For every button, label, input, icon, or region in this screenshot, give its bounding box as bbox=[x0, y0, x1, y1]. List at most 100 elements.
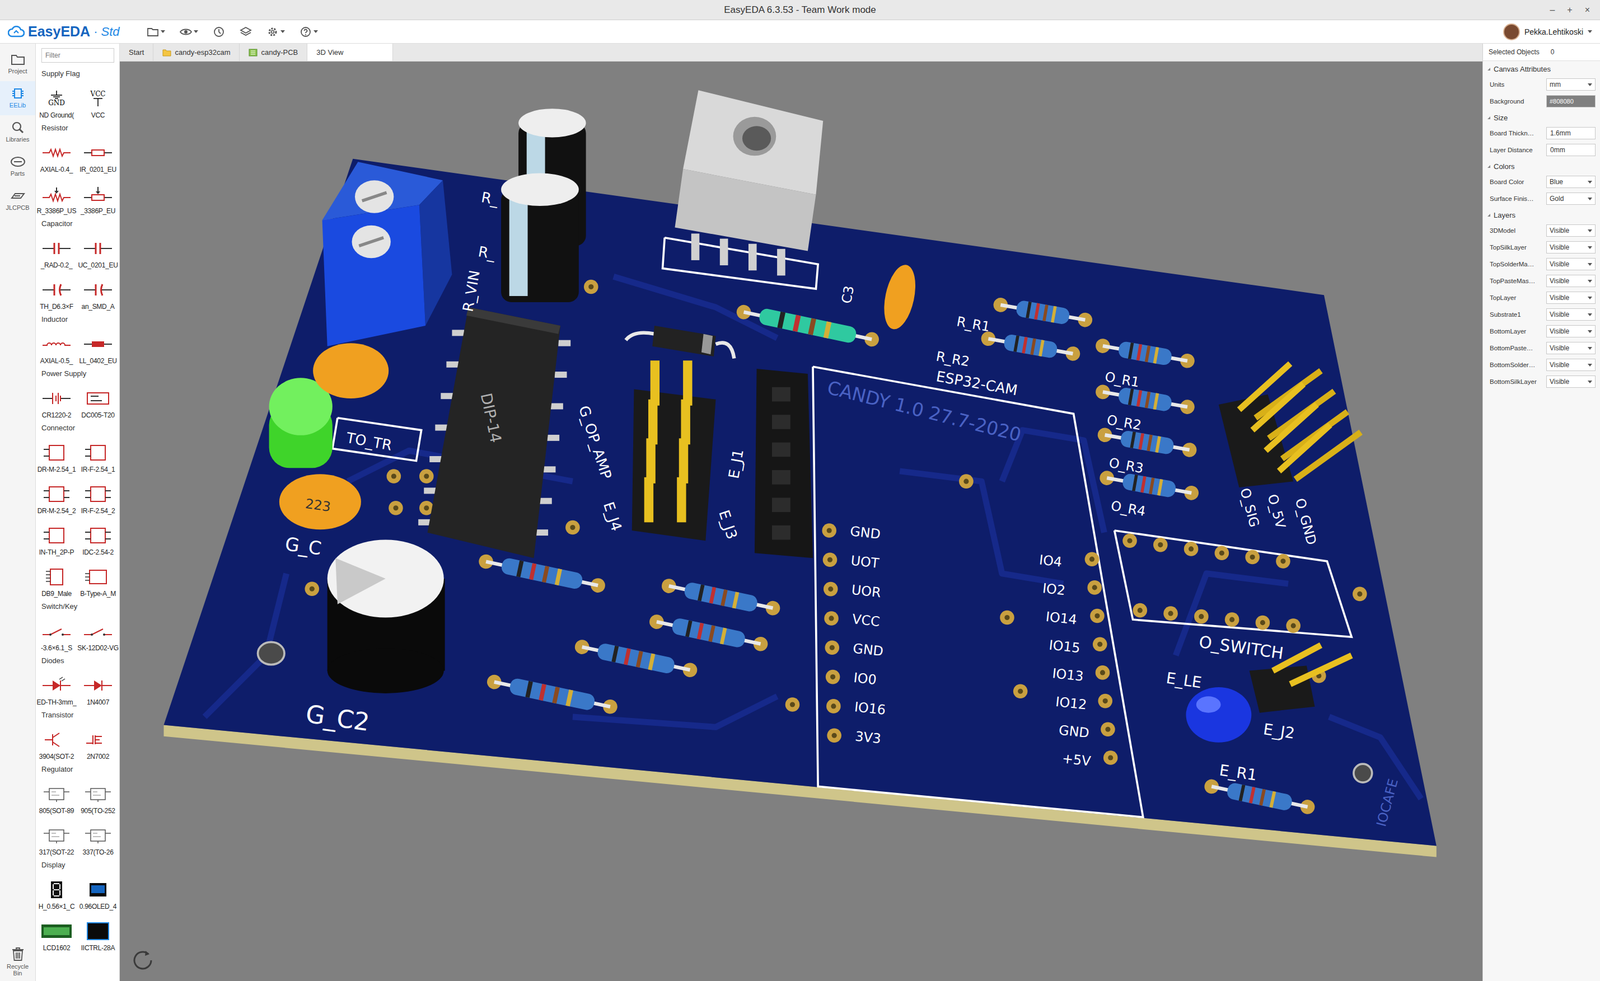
select-field[interactable]: mm bbox=[1546, 78, 1596, 91]
silk-label: O_R2 bbox=[1105, 412, 1143, 434]
select-field[interactable]: Visible bbox=[1546, 224, 1596, 237]
select-field[interactable]: Blue bbox=[1546, 175, 1596, 189]
header-pin bbox=[679, 438, 689, 484]
library-item[interactable]: _3386P_EU bbox=[77, 175, 119, 218]
library-item[interactable]: H_0.56×1_C bbox=[35, 871, 78, 914]
select-field[interactable]: Visible bbox=[1546, 358, 1596, 372]
library-item[interactable]: 337(TO-26 bbox=[77, 817, 119, 859]
select-field[interactable]: Visible bbox=[1546, 291, 1596, 304]
rail-item[interactable]: Project bbox=[0, 47, 36, 82]
window-control-button[interactable]: – bbox=[1549, 5, 1555, 16]
toolbar-button[interactable] bbox=[208, 26, 230, 38]
library-item[interactable]: AXIAL-0.5_ bbox=[35, 325, 78, 368]
select-field[interactable]: Visible bbox=[1546, 258, 1596, 271]
library-item-label: UC_0201_EU bbox=[77, 261, 118, 270]
user-menu[interactable]: Pekka.Lehtikoski bbox=[1503, 23, 1593, 41]
library-item[interactable]: B-Type-A_M bbox=[77, 558, 119, 601]
toolbar-button[interactable] bbox=[235, 26, 257, 38]
silk-label: TO_TR bbox=[344, 429, 394, 455]
library-item[interactable]: 905(TO-252 bbox=[77, 775, 119, 818]
bjt-symbol-icon bbox=[39, 728, 74, 752]
property-section-title[interactable]: Canvas Attributes bbox=[1482, 61, 1600, 77]
library-item[interactable]: TH_D6.3×F bbox=[35, 271, 78, 313]
library-item[interactable]: DB9_Male bbox=[35, 558, 78, 601]
input-field[interactable]: 0mm bbox=[1546, 143, 1596, 157]
library-item[interactable]: 805(SOT-89 bbox=[35, 775, 78, 818]
library-item[interactable]: VCCVCC bbox=[77, 80, 119, 122]
library-item[interactable]: _RAD-0.2_ bbox=[35, 230, 78, 272]
rail-item[interactable]: Parts bbox=[0, 149, 36, 184]
pcb-3d-view[interactable]: R_R_R_VINTO_TRG_CG_C2DIP-14223G_OP_AMPE_… bbox=[119, 61, 1483, 981]
icon-part bbox=[43, 792, 70, 803]
library-item[interactable]: IICTRL-28A bbox=[77, 913, 119, 955]
color-field[interactable]: #808080 bbox=[1546, 95, 1596, 108]
library-item[interactable]: 3904(SOT-2 bbox=[35, 721, 78, 764]
jack-symbol-icon bbox=[81, 387, 115, 410]
library-item[interactable]: DR-M-2.54_1 bbox=[35, 434, 78, 476]
library-item[interactable]: CR1220-2 bbox=[35, 380, 78, 422]
3d-canvas[interactable]: R_R_R_VINTO_TRG_CG_C2DIP-14223G_OP_AMPE_… bbox=[119, 61, 1483, 981]
icon-part bbox=[85, 490, 111, 498]
refresh-icon[interactable] bbox=[129, 947, 156, 974]
library-item[interactable]: 2N7002 bbox=[77, 721, 119, 764]
library-item[interactable]: ED-TH-3mm_ bbox=[35, 667, 78, 709]
silk-label: +5V bbox=[1061, 750, 1093, 770]
library-grid: CR1220-2DC005-T20 bbox=[35, 380, 120, 422]
window-control-button[interactable]: + bbox=[1566, 5, 1573, 16]
toolbar-button[interactable] bbox=[175, 26, 203, 38]
app-logo[interactable]: EasyEDA·Std bbox=[7, 23, 120, 40]
capacitor-bottom bbox=[327, 648, 444, 694]
capacitor-top-mark bbox=[335, 558, 386, 605]
bjt-icon bbox=[40, 731, 73, 750]
library-item[interactable]: SK-12D02-VG bbox=[77, 613, 119, 655]
header-symbol-icon bbox=[81, 441, 115, 465]
toolbar-button[interactable] bbox=[295, 26, 323, 38]
resistor-band bbox=[541, 565, 550, 583]
input-field[interactable]: 1.6mm bbox=[1546, 127, 1596, 140]
select-field[interactable]: Gold bbox=[1546, 192, 1596, 205]
rail-item[interactable]: EELib bbox=[0, 81, 36, 116]
document-tab[interactable]: candy-esp32cam bbox=[153, 43, 240, 62]
library-item[interactable]: AXIAL-0.4_ bbox=[35, 134, 78, 176]
resistor-band bbox=[623, 648, 631, 666]
library-item[interactable]: 317(SOT-22 bbox=[35, 817, 78, 859]
library-item[interactable]: DC005-T20 bbox=[77, 380, 119, 422]
filter-input[interactable] bbox=[41, 48, 115, 63]
library-item[interactable]: an_SMD_A bbox=[77, 271, 119, 313]
property-section-title[interactable]: Layers bbox=[1482, 207, 1600, 223]
toolbar-button[interactable] bbox=[142, 26, 170, 38]
select-field[interactable]: Visible bbox=[1546, 342, 1596, 355]
library-item[interactable]: IR-F-2.54_2 bbox=[77, 475, 119, 518]
library-item[interactable]: IR_0201_EU bbox=[77, 134, 119, 176]
rail-item[interactable]: Libraries bbox=[0, 115, 36, 150]
select-field[interactable]: Visible bbox=[1546, 375, 1596, 388]
library-item[interactable]: IN-TH_2P-P bbox=[35, 517, 78, 559]
library-item[interactable]: DR-M-2.54_2 bbox=[35, 475, 78, 518]
library-item[interactable]: LCD1602 bbox=[35, 913, 78, 955]
property-section-title[interactable]: Size bbox=[1482, 109, 1600, 125]
window-control-button[interactable]: × bbox=[1584, 5, 1590, 16]
document-tab[interactable]: candy-PCB bbox=[239, 43, 308, 62]
library-item[interactable]: GNDND Ground( bbox=[35, 80, 78, 122]
select-field[interactable]: Visible bbox=[1546, 241, 1596, 254]
toolbar-button[interactable] bbox=[262, 26, 290, 38]
library-item[interactable]: -3.6×6.1_S bbox=[35, 613, 78, 655]
rail-item[interactable]: JLCPCB bbox=[0, 183, 36, 218]
document-tab[interactable]: Start bbox=[119, 43, 154, 62]
select-field[interactable]: Visible bbox=[1546, 325, 1596, 338]
rail-label: Parts bbox=[10, 170, 26, 177]
library-item[interactable]: IR-F-2.54_1 bbox=[77, 434, 119, 476]
library-item[interactable]: 0.96OLED_4 bbox=[77, 871, 119, 914]
property-section-title[interactable]: Colors bbox=[1482, 158, 1600, 174]
library-item[interactable]: R_3386P_US bbox=[35, 175, 78, 218]
pad-hole bbox=[1290, 623, 1297, 629]
select-field[interactable]: Visible bbox=[1546, 274, 1596, 288]
library-item[interactable]: 1N4007 bbox=[77, 667, 119, 709]
library-item[interactable]: LL_0402_EU bbox=[77, 325, 119, 368]
library-item[interactable]: UC_0201_EU bbox=[77, 230, 119, 272]
document-tab[interactable]: 3D View bbox=[307, 43, 394, 62]
recycle-bin[interactable]: Recycle Bin bbox=[2, 941, 34, 981]
silk-label: O_SIG bbox=[1236, 486, 1262, 530]
select-field[interactable]: Visible bbox=[1546, 308, 1596, 321]
library-item[interactable]: IDC-2.54-2 bbox=[77, 517, 119, 559]
